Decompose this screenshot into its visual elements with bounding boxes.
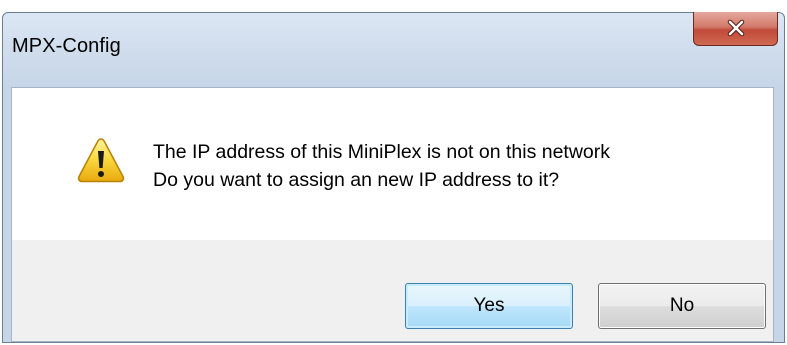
window-title: MPX-Config xyxy=(12,35,121,57)
message-text: The IP address of this MiniPlex is not o… xyxy=(153,138,610,194)
yes-button[interactable]: Yes xyxy=(405,283,573,329)
message-line-1: The IP address of this MiniPlex is not o… xyxy=(153,141,611,163)
message-area: The IP address of this MiniPlex is not o… xyxy=(12,88,773,240)
message-line-2: Do you want to assign an new IP address … xyxy=(153,169,560,191)
message-dialog: MPX-Config The IP address of this MiniPl… xyxy=(0,0,787,345)
no-button[interactable]: No xyxy=(598,283,766,329)
close-icon xyxy=(727,19,745,37)
close-button[interactable] xyxy=(693,12,778,46)
dialog-client-area: The IP address of this MiniPlex is not o… xyxy=(11,87,774,342)
button-area: Yes No xyxy=(12,240,773,341)
warning-icon xyxy=(77,138,125,183)
title-bar[interactable]: MPX-Config xyxy=(3,13,784,87)
